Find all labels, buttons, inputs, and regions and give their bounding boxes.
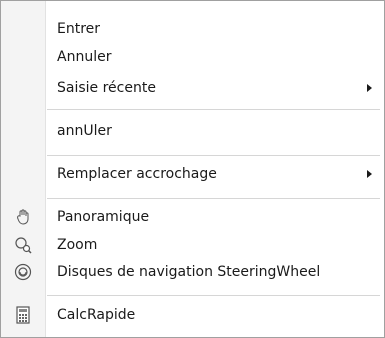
menu-separator — [47, 155, 380, 156]
menu-item-label: Entrer — [57, 21, 101, 37]
menu-item-label: Annuler — [57, 49, 112, 65]
submenu-arrow-icon — [367, 170, 372, 178]
menu-item-calcrapide[interactable]: CalcRapide — [1, 301, 384, 329]
calculator-icon — [13, 305, 33, 325]
menu-item-label: Disques de navigation SteeringWheel — [57, 264, 321, 280]
menu-item-label: CalcRapide — [57, 307, 136, 323]
menu-separator — [47, 109, 380, 110]
steering-wheel-icon — [13, 262, 33, 282]
submenu-arrow-icon — [367, 84, 372, 92]
context-menu: Entrer Annuler Saisie récente annUler Re… — [0, 0, 385, 338]
menu-item-annuler[interactable]: Annuler — [1, 43, 384, 71]
menu-item-saisie-recente[interactable]: Saisie récente — [1, 74, 384, 102]
menu-item-annuler-commande[interactable]: annUler — [1, 117, 384, 145]
menu-item-label: annUler — [57, 123, 112, 139]
zoom-magnifier-icon — [13, 235, 33, 255]
menu-item-label: Panoramique — [57, 209, 150, 225]
menu-separator — [47, 198, 380, 199]
menu-item-label: Zoom — [57, 237, 98, 253]
menu-item-entrer[interactable]: Entrer — [1, 15, 384, 43]
menu-item-panoramique[interactable]: Panoramique — [1, 203, 384, 231]
menu-item-label: Saisie récente — [57, 80, 156, 96]
menu-separator — [47, 295, 380, 296]
menu-item-label: Remplacer accrochage — [57, 166, 217, 182]
menu-item-steeringwheel[interactable]: Disques de navigation SteeringWheel — [1, 258, 384, 286]
pan-hand-icon — [13, 207, 33, 227]
menu-item-remplacer-accrochage[interactable]: Remplacer accrochage — [1, 160, 384, 188]
menu-item-zoom[interactable]: Zoom — [1, 231, 384, 259]
